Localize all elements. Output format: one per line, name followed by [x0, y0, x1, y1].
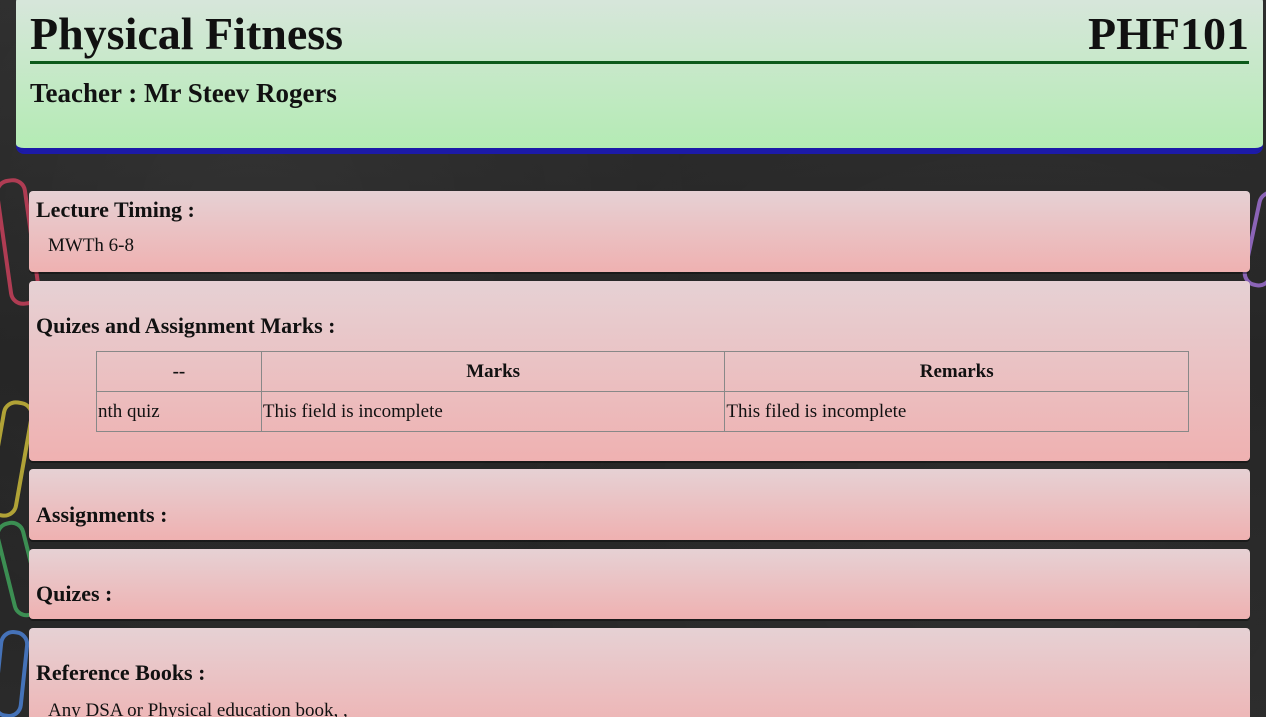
- table-header-row: -- Marks Remarks: [96, 351, 1189, 392]
- reference-books-value: Any DSA or Physical education book, ,: [48, 700, 348, 717]
- course-header: Physical Fitness PHF101 Teacher : Mr Ste…: [16, 0, 1263, 152]
- title-row: Physical Fitness PHF101: [30, 0, 1249, 64]
- table-cell: This filed is incomplete: [724, 391, 1189, 432]
- column-header: Marks: [260, 351, 726, 392]
- paperclip-decoration: [0, 628, 31, 717]
- assignments-heading: Assignments :: [36, 502, 168, 527]
- column-header: --: [96, 351, 262, 392]
- marks-heading: Quizes and Assignment Marks :: [36, 313, 336, 338]
- marks-section: Quizes and Assignment Marks : -- Marks R…: [29, 281, 1250, 461]
- quizes-section: Quizes :: [29, 549, 1250, 619]
- reference-books-section: Reference Books : Any DSA or Physical ed…: [29, 628, 1250, 717]
- course-code: PHF101: [1088, 8, 1249, 59]
- reference-books-heading: Reference Books :: [36, 660, 206, 685]
- assignments-section: Assignments :: [29, 469, 1250, 540]
- course-title: Physical Fitness: [30, 8, 344, 59]
- column-header: Remarks: [724, 351, 1189, 392]
- table-cell: This field is incomplete: [260, 391, 726, 432]
- lecture-timing-value: MWTh 6-8: [48, 235, 135, 256]
- table-row: nth quiz This field is incomplete This f…: [96, 391, 1189, 432]
- marks-table: -- Marks Remarks nth quiz This field is …: [96, 351, 1189, 432]
- quizes-heading: Quizes :: [36, 581, 113, 606]
- teacher-name: Teacher : Mr Steev Rogers: [30, 78, 337, 108]
- table-cell: nth quiz: [96, 391, 262, 432]
- lecture-timing-heading: Lecture Timing :: [36, 197, 195, 222]
- lecture-timing-section: Lecture Timing : MWTh 6-8: [29, 191, 1250, 272]
